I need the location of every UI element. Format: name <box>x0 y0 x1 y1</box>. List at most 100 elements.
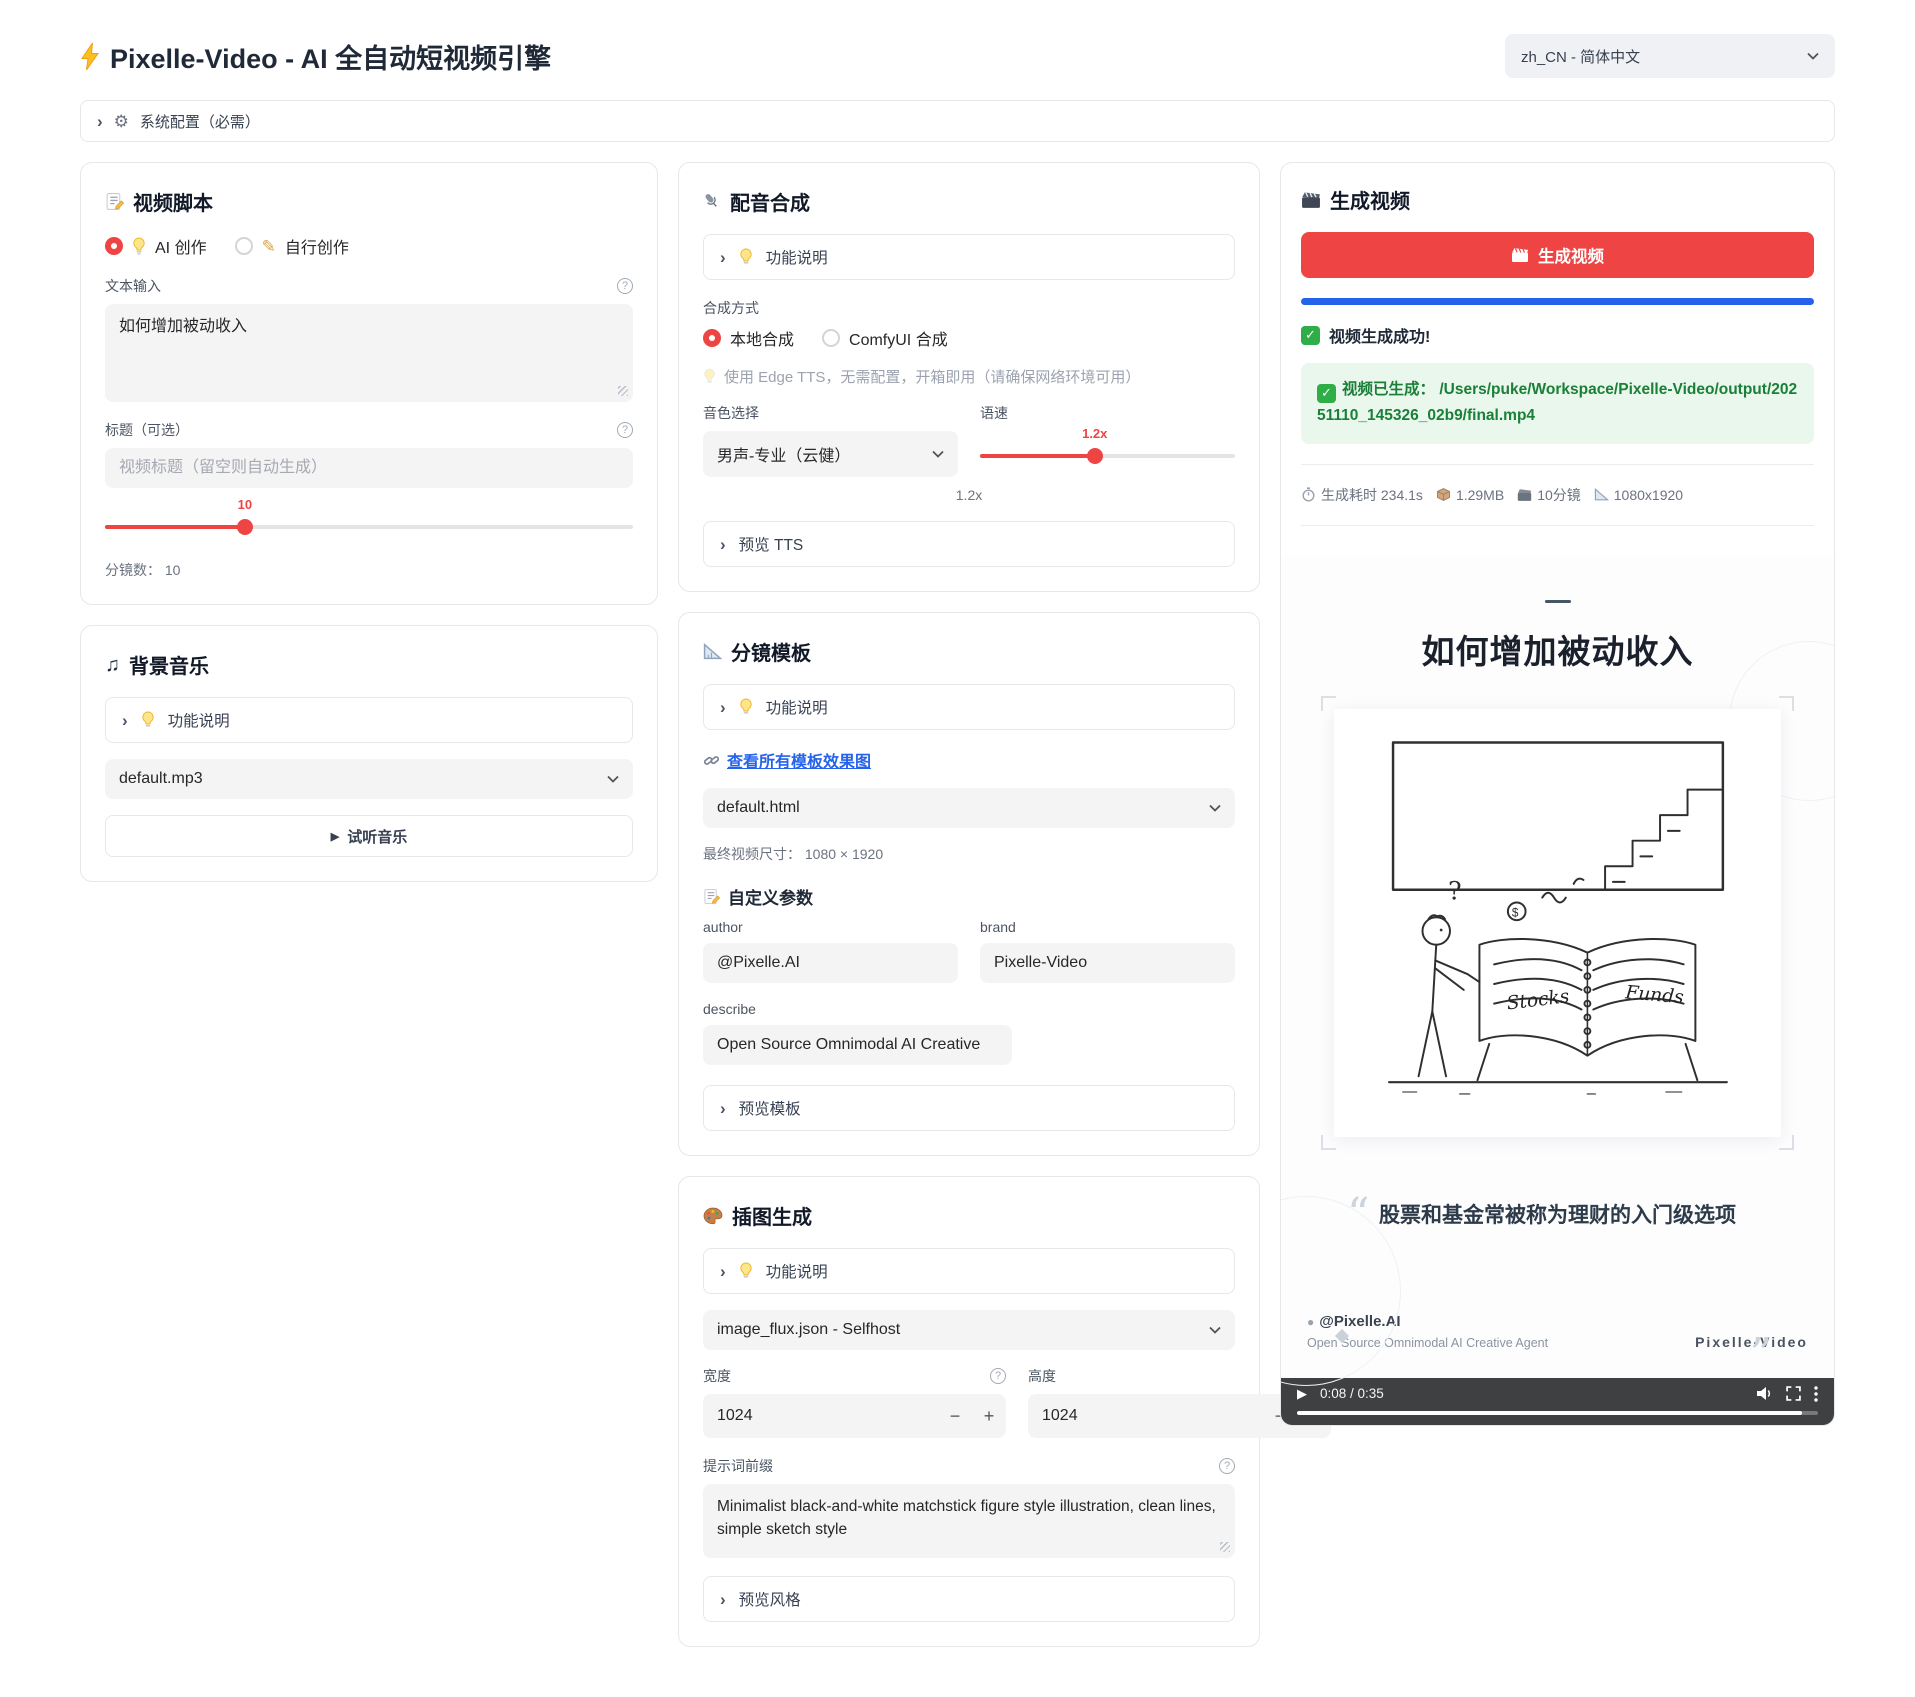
generate-video-button[interactable]: 生成视频 <box>1301 232 1814 278</box>
brand-input[interactable] <box>980 943 1235 983</box>
height-input[interactable] <box>1028 1407 1263 1425</box>
music-help-accordion[interactable]: › 功能说明 <box>105 697 633 743</box>
frame-corner <box>1779 1135 1794 1150</box>
stat-resolution: 1080x1920 <box>1594 487 1683 503</box>
illustration-panel: 插图生成 › 功能说明 image_flux.json - Selfhost <box>678 1176 1260 1647</box>
radio-local-synth[interactable]: 本地合成 <box>703 326 794 350</box>
result-box: ✓视频已生成： /Users/puke/Workspace/Pixelle-Vi… <box>1301 363 1814 444</box>
system-config-accordion[interactable]: › ⚙ 系统配置（必需） <box>80 100 1835 142</box>
fullscreen-icon[interactable] <box>1786 1386 1801 1401</box>
custom-params-title: 自定义参数 <box>728 884 813 909</box>
radio-comfyui-synth[interactable]: ComfyUI 合成 <box>822 326 948 350</box>
more-options-icon[interactable] <box>1814 1386 1818 1402</box>
bulb-icon <box>141 711 155 729</box>
illustration-help-label: 功能说明 <box>766 1260 828 1282</box>
author-label: author <box>703 919 743 935</box>
illustration-help-accordion[interactable]: › 功能说明 <box>703 1248 1235 1294</box>
video-player[interactable]: “ ” 如何增加被动收入 <box>1281 556 1834 1425</box>
language-select[interactable]: zh_CN - 简体中文 <box>1505 34 1835 78</box>
speed-field: 语速 1.2x <box>980 403 1235 477</box>
increment-button[interactable]: + <box>972 1406 1006 1427</box>
play-music-button[interactable]: ▶ 试听音乐 <box>105 815 633 857</box>
radio-unselected-icon <box>822 329 840 347</box>
chevron-down-icon <box>1209 804 1221 812</box>
radio-ai-create[interactable]: AI 创作 <box>105 234 207 258</box>
link-icon <box>703 752 720 769</box>
prompt-prefix-input[interactable]: Minimalist black-and-white matchstick fi… <box>703 1484 1235 1558</box>
brand-field: brand <box>980 919 1235 983</box>
synth-method-label: 合成方式 <box>703 298 759 318</box>
tts-help-label: 功能说明 <box>766 246 828 268</box>
slider-thumb[interactable] <box>1087 448 1103 464</box>
slider-thumb[interactable] <box>237 519 253 535</box>
slider-value: 10 <box>238 497 252 512</box>
system-config-label: 系统配置（必需） <box>140 111 260 132</box>
language-value: zh_CN - 简体中文 <box>1521 46 1640 67</box>
memo-icon <box>105 192 124 211</box>
writing-hand-icon: ✎ <box>262 238 276 255</box>
bulb-icon <box>132 237 146 255</box>
volume-icon[interactable] <box>1756 1386 1773 1401</box>
height-label: 高度 <box>1028 1366 1056 1386</box>
svg-text:Stocks: Stocks <box>1505 986 1570 1014</box>
tts-tip: 使用 Edge TTS，无需配置，开箱即用（请确保网络环境可用） <box>703 366 1235 387</box>
check-icon: ✓ <box>1317 384 1336 403</box>
divider <box>1301 464 1814 465</box>
music-note-icon: ♫ <box>105 655 120 675</box>
synth-method-label-row: 合成方式 <box>703 298 1235 318</box>
help-icon[interactable]: ? <box>617 422 633 438</box>
template-file-value: default.html <box>717 799 800 817</box>
style-preview-accordion[interactable]: › 预览风格 <box>703 1576 1235 1622</box>
chevron-right-icon: › <box>720 1591 726 1608</box>
slider-fill <box>105 525 245 529</box>
tts-preview-accordion[interactable]: › 预览 TTS <box>703 521 1235 567</box>
decrement-button[interactable]: − <box>938 1406 972 1427</box>
help-icon[interactable]: ? <box>617 278 633 294</box>
tts-panel: 配音合成 › 功能说明 合成方式 本地合成 <box>678 162 1260 592</box>
tts-preview-label: 预览 TTS <box>739 533 804 555</box>
style-preview-label: 预览风格 <box>739 1588 801 1610</box>
chevron-right-icon: › <box>720 536 726 553</box>
help-icon[interactable]: ? <box>990 1368 1006 1384</box>
music-file-select[interactable]: default.mp3 <box>105 759 633 799</box>
app-page: Pixelle-Video - AI 全自动短视频引擎 zh_CN - 简体中文… <box>0 0 1915 1697</box>
tts-help-accordion[interactable]: › 功能说明 <box>703 234 1235 280</box>
templates-gallery-link[interactable]: 查看所有模板效果图 <box>727 748 871 772</box>
clapper-icon <box>1517 488 1532 502</box>
timer-icon <box>1301 487 1316 502</box>
help-icon[interactable]: ? <box>1219 1458 1235 1474</box>
text-input-label: 文本输入 <box>105 276 161 296</box>
voice-select[interactable]: 男声-专业（云健） <box>703 431 958 477</box>
speed-value: 1.2x <box>1082 426 1107 441</box>
frame-corner <box>1321 696 1336 711</box>
voice-label: 音色选择 <box>703 403 759 423</box>
template-preview-accordion[interactable]: › 预览模板 <box>703 1085 1235 1131</box>
bulb-icon <box>739 698 753 716</box>
play-button[interactable]: ▶ <box>1297 1387 1307 1400</box>
template-panel: 分镜模板 › 功能说明 查看所有模板效果图 default.html <box>678 612 1260 1156</box>
seek-bar[interactable] <box>1297 1411 1818 1415</box>
radio-self-create[interactable]: ✎ 自行创作 <box>235 234 349 258</box>
success-message: ✓ 视频生成成功! <box>1301 323 1814 347</box>
brand-label: brand <box>980 919 1016 935</box>
width-input[interactable] <box>703 1407 938 1425</box>
frame-corner <box>1321 1135 1336 1150</box>
success-text: 视频生成成功! <box>1329 323 1430 347</box>
video-title-input[interactable] <box>105 448 633 488</box>
describe-input[interactable] <box>703 1025 1012 1065</box>
shots-slider[interactable]: 10 <box>105 518 633 536</box>
width-stepper: − + <box>703 1394 1006 1438</box>
chevron-right-icon: › <box>720 699 726 716</box>
workflow-select[interactable]: image_flux.json - Selfhost <box>703 1310 1235 1350</box>
template-help-accordion[interactable]: › 功能说明 <box>703 684 1235 730</box>
template-file-select[interactable]: default.html <box>703 788 1235 828</box>
author-input[interactable] <box>703 943 958 983</box>
speed-slider[interactable]: 1.2x <box>980 447 1235 465</box>
script-text-input[interactable]: 如何增加被动收入 <box>105 304 633 402</box>
column-right: 生成视频 生成视频 ✓ 视频生成成功! ✓视频已生成： /Users/puke/… <box>1280 162 1835 1426</box>
play-music-label: 试听音乐 <box>347 826 407 847</box>
svg-text:?: ? <box>1448 876 1462 906</box>
microphone-icon <box>703 192 721 212</box>
radio-selected-icon <box>105 237 123 255</box>
sketch-illustration: ? $ Stocks <box>1342 717 1774 1129</box>
